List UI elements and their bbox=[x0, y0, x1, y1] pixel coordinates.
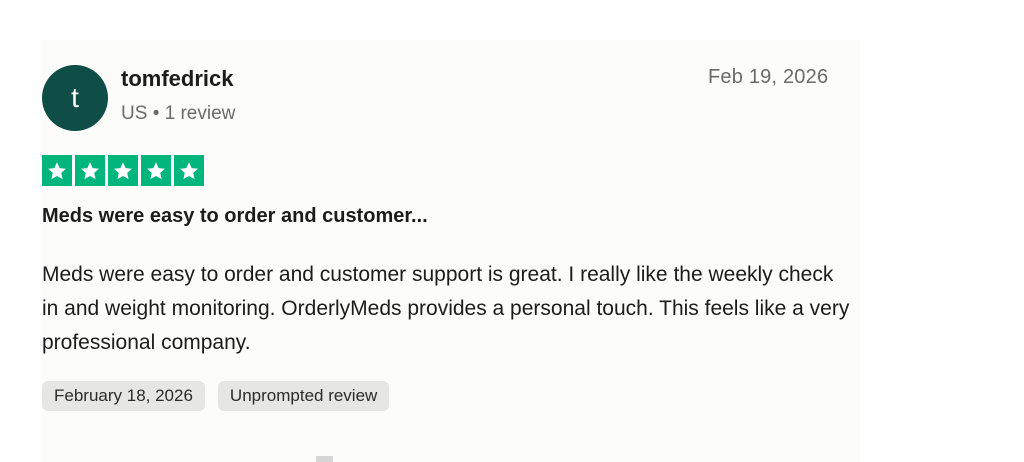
review-page: t tomfedrick US • 1 review Feb 19, 2026 … bbox=[0, 0, 1024, 462]
star-icon bbox=[108, 155, 138, 186]
experience-date-tag: February 18, 2026 bbox=[42, 381, 205, 411]
avatar[interactable]: t bbox=[42, 65, 108, 131]
meta-separator: • bbox=[152, 103, 160, 124]
review-body: Meds were easy to order and customer sup… bbox=[42, 263, 850, 354]
review-title[interactable]: Meds were easy to order and customer... bbox=[42, 205, 428, 228]
avatar-initial: t bbox=[71, 82, 79, 113]
reviewer-location: US bbox=[121, 103, 148, 124]
review-tags: February 18, 2026 Unprompted review bbox=[42, 381, 390, 411]
partial-icon-offscreen bbox=[316, 456, 333, 462]
star-icon bbox=[174, 155, 204, 186]
star-icon bbox=[75, 155, 105, 186]
reviewer-review-count: 1 review bbox=[164, 103, 236, 124]
unprompted-review-tag[interactable]: Unprompted review bbox=[217, 381, 390, 411]
star-rating bbox=[42, 155, 204, 186]
review-date: Feb 19, 2026 bbox=[708, 66, 829, 88]
star-icon bbox=[42, 155, 72, 186]
star-icon bbox=[141, 155, 171, 186]
reviewer-name[interactable]: tomfedrick bbox=[121, 66, 233, 92]
reviewer-meta: US • 1 review bbox=[121, 103, 235, 125]
